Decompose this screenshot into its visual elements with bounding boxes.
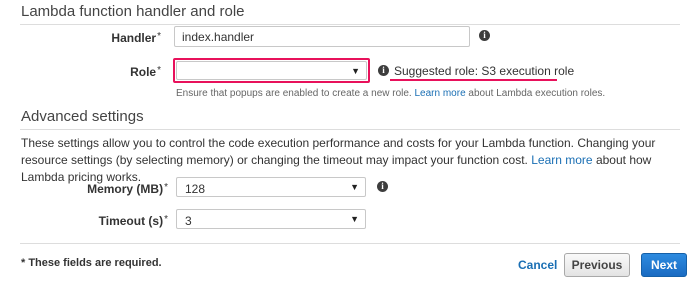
section-divider: [20, 129, 680, 130]
suggested-role-text: Suggested role: S3 execution role: [394, 64, 575, 78]
handler-info-icon[interactable]: i: [479, 30, 490, 41]
memory-info-icon[interactable]: i: [377, 181, 388, 192]
footer-divider: [20, 243, 680, 244]
timeout-label: Timeout (s)*: [98, 214, 168, 228]
chevron-down-icon: ▼: [350, 214, 359, 224]
previous-button[interactable]: Previous: [564, 253, 630, 277]
memory-select[interactable]: 128 ▼: [176, 177, 366, 197]
section-title-handler-role: Lambda function handler and role: [21, 3, 245, 20]
role-select[interactable]: ▼: [176, 61, 367, 80]
learn-more-pricing-link[interactable]: Learn more: [531, 153, 592, 167]
timeout-select[interactable]: 3 ▼: [176, 209, 366, 229]
required-fields-note: * These fields are required.: [21, 257, 162, 269]
next-button[interactable]: Next: [641, 253, 687, 277]
learn-more-roles-link[interactable]: Learn more: [415, 88, 466, 99]
memory-select-value: 128: [185, 182, 206, 196]
chevron-down-icon: ▼: [351, 66, 360, 76]
suggested-role-underline: [390, 79, 557, 81]
role-info-icon[interactable]: i: [378, 65, 389, 76]
timeout-select-value: 3: [185, 214, 192, 228]
role-label: Role*: [130, 65, 161, 79]
section-title-advanced: Advanced settings: [21, 108, 144, 125]
cancel-button[interactable]: Cancel: [518, 258, 557, 272]
memory-label: Memory (MB)*: [87, 182, 168, 196]
handler-input[interactable]: [174, 26, 470, 47]
handler-label: Handler*: [111, 31, 161, 45]
section-divider: [20, 24, 680, 25]
chevron-down-icon: ▼: [350, 182, 359, 192]
role-help-text: Ensure that popups are enabled to create…: [176, 88, 606, 99]
